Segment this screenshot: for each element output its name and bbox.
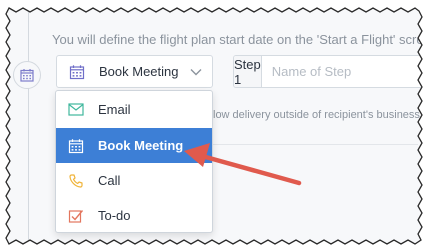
flight-plan-note: You will define the flight plan start da… (52, 32, 431, 47)
calendar-icon (19, 67, 35, 83)
action-type-selected-label: Book Meeting (99, 64, 179, 79)
action-type-select[interactable]: Book Meeting (56, 55, 213, 88)
menu-item-call[interactable]: Call (56, 163, 212, 198)
menu-item-label: Call (98, 173, 121, 188)
action-type-menu: Email Book Meeting Call To-do (55, 90, 213, 233)
calendar-icon (68, 138, 84, 154)
step-name-group: Step 1 (233, 55, 423, 88)
chevron-down-icon (190, 68, 202, 76)
menu-item-label: Book Meeting (98, 138, 184, 153)
timeline-line (28, 10, 29, 242)
section-divider (213, 144, 418, 145)
step-name-input[interactable] (261, 56, 422, 87)
calendar-icon (69, 64, 85, 80)
checkbox-icon (68, 208, 84, 224)
screenshot-frame: You will define the flight plan start da… (0, 0, 431, 252)
menu-item-to-do[interactable]: To-do (56, 198, 212, 232)
menu-item-label: Email (98, 102, 131, 117)
phone-icon (68, 173, 84, 189)
step-number-label: Step 1 (234, 56, 262, 87)
menu-item-label: To-do (98, 208, 131, 223)
timeline-step-node (13, 61, 41, 89)
menu-item-book-meeting[interactable]: Book Meeting (56, 128, 212, 163)
envelope-icon (68, 102, 84, 118)
menu-item-email[interactable]: Email (56, 92, 212, 127)
business-hours-delivery-note: low delivery outside of recipient's busi… (213, 109, 431, 121)
